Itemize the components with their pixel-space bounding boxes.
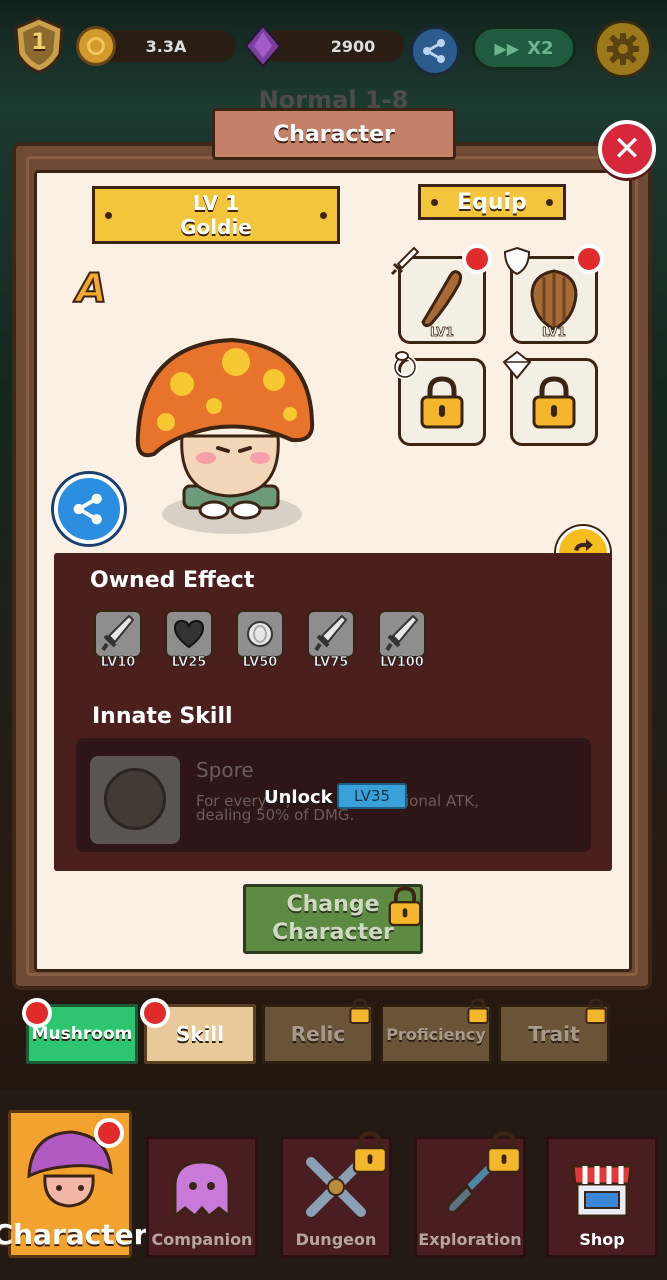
share-icon — [73, 493, 102, 525]
subtab-relic-label: Relic — [290, 1022, 346, 1046]
character-grade: A — [75, 265, 108, 313]
ring-type-icon — [392, 351, 418, 380]
shield-type-icon — [503, 246, 531, 276]
coin-counter: 3.3A — [96, 30, 236, 62]
nav-shop-label: Shop — [579, 1230, 625, 1249]
panel-title: Character — [212, 108, 456, 160]
change-character-line-1: Change — [286, 892, 380, 917]
subtab-trait-lock-icon — [585, 998, 607, 1024]
gear-icon — [607, 33, 639, 65]
gem-counter: 2900 — [262, 30, 404, 62]
subtab-trait-label: Trait — [528, 1022, 580, 1046]
heart-icon — [173, 619, 205, 649]
club-icon — [421, 270, 463, 328]
close-x-icon: ✕ — [612, 129, 642, 169]
weapon-alert-dot — [462, 244, 492, 274]
gem-icon — [244, 24, 282, 68]
owned-effect-item-3[interactable] — [235, 609, 285, 659]
sword-icon — [385, 614, 419, 652]
subtab-relic-lock-icon — [349, 998, 371, 1024]
unlock-level-badge: LV35 — [337, 783, 407, 809]
subtab-skill-alert-dot — [140, 998, 170, 1028]
ghost-icon — [173, 1160, 231, 1220]
unlock-level: LV35 — [353, 787, 391, 805]
gem-type-icon — [502, 350, 532, 380]
speed-value: X2 — [527, 37, 554, 59]
sword-icon — [101, 614, 135, 652]
nav-character-alert-dot — [94, 1118, 124, 1148]
nav-dungeon-lock-icon — [352, 1131, 388, 1174]
level-value: 1 — [31, 30, 47, 55]
coin-icon — [76, 26, 116, 66]
character-name: Goldie — [180, 215, 252, 239]
innate-skill-title: Innate Skill — [92, 704, 233, 729]
subtab-mushroom-alert-dot — [22, 998, 52, 1028]
settings-button[interactable] — [594, 20, 652, 78]
owned-effect-item-1[interactable] — [93, 609, 143, 659]
mushroom-character-portrait — [132, 336, 318, 536]
nav-shop[interactable]: Shop — [546, 1136, 658, 1258]
change-character-line-2: Character — [272, 920, 394, 945]
spore-skill-icon — [104, 768, 166, 830]
armor-slot-level: LV1 — [542, 325, 566, 340]
owned-effect-level-5: LV100 — [380, 655, 425, 671]
gem-value: 2900 — [330, 36, 376, 56]
nav-exploration-lock-icon — [486, 1131, 522, 1174]
lock-icon — [420, 376, 464, 429]
sword-icon — [314, 614, 348, 652]
speed-button[interactable]: ▶▶ X2 — [472, 26, 576, 70]
equip-title: Equip — [457, 189, 527, 215]
owned-effect-title: Owned Effect — [90, 568, 255, 593]
owned-effect-level-2: LV25 — [171, 655, 207, 671]
armor-alert-dot — [574, 244, 604, 274]
level-shield-icon[interactable]: 1 — [12, 16, 66, 74]
change-character-lock-icon — [388, 886, 422, 927]
wooden-shield-icon — [530, 269, 578, 331]
weapon-slot-level: LV1 — [430, 325, 454, 340]
owned-effect-level-4: LV75 — [313, 655, 349, 671]
unlock-label: Unlock — [264, 787, 333, 808]
sword-type-icon — [390, 246, 420, 276]
top-bar: 1 3.3A 2900 ▶▶ X2 — [0, 0, 667, 96]
nav-exploration-label: Exploration — [418, 1230, 522, 1249]
coin-icon — [247, 621, 273, 647]
nav-companion-label: Companion — [151, 1230, 253, 1249]
nav-character-label: Character — [0, 1218, 148, 1251]
close-button[interactable]: ✕ — [598, 120, 656, 178]
owned-effect-item-5[interactable] — [377, 609, 427, 659]
subtab-proficiency-lock-icon — [467, 998, 489, 1024]
character-level: LV 1 — [192, 191, 240, 215]
lock-icon — [532, 376, 576, 429]
share-icon — [423, 39, 445, 63]
owned-effect-item-2[interactable] — [164, 609, 214, 659]
panel-title-text: Character — [273, 121, 395, 147]
equip-ribbon: Equip — [418, 184, 566, 220]
coin-value: 3.3A — [145, 36, 187, 56]
share-character-button[interactable] — [54, 474, 124, 544]
owned-effect-level-3: LV50 — [242, 655, 278, 671]
skill-name: Spore — [196, 758, 254, 782]
subtab-proficiency-label: Proficiency — [386, 1024, 486, 1044]
owned-effect-level-1: LV10 — [100, 655, 136, 671]
skill-description-line-2: dealing 50% of DMG. — [196, 806, 355, 824]
subtab-mushroom-label: Mushroom — [31, 1024, 133, 1044]
shop-icon — [571, 1164, 633, 1218]
fast-forward-icon: ▶▶ — [494, 38, 520, 58]
share-button[interactable] — [410, 26, 460, 76]
nav-dungeon-label: Dungeon — [295, 1230, 377, 1249]
skill-icon-frame — [90, 756, 180, 844]
character-name-ribbon: LV 1 Goldie — [92, 186, 340, 244]
nav-companion[interactable]: Companion — [146, 1136, 258, 1258]
subtab-skill-label: Skill — [175, 1022, 225, 1046]
owned-effect-item-4[interactable] — [306, 609, 356, 659]
